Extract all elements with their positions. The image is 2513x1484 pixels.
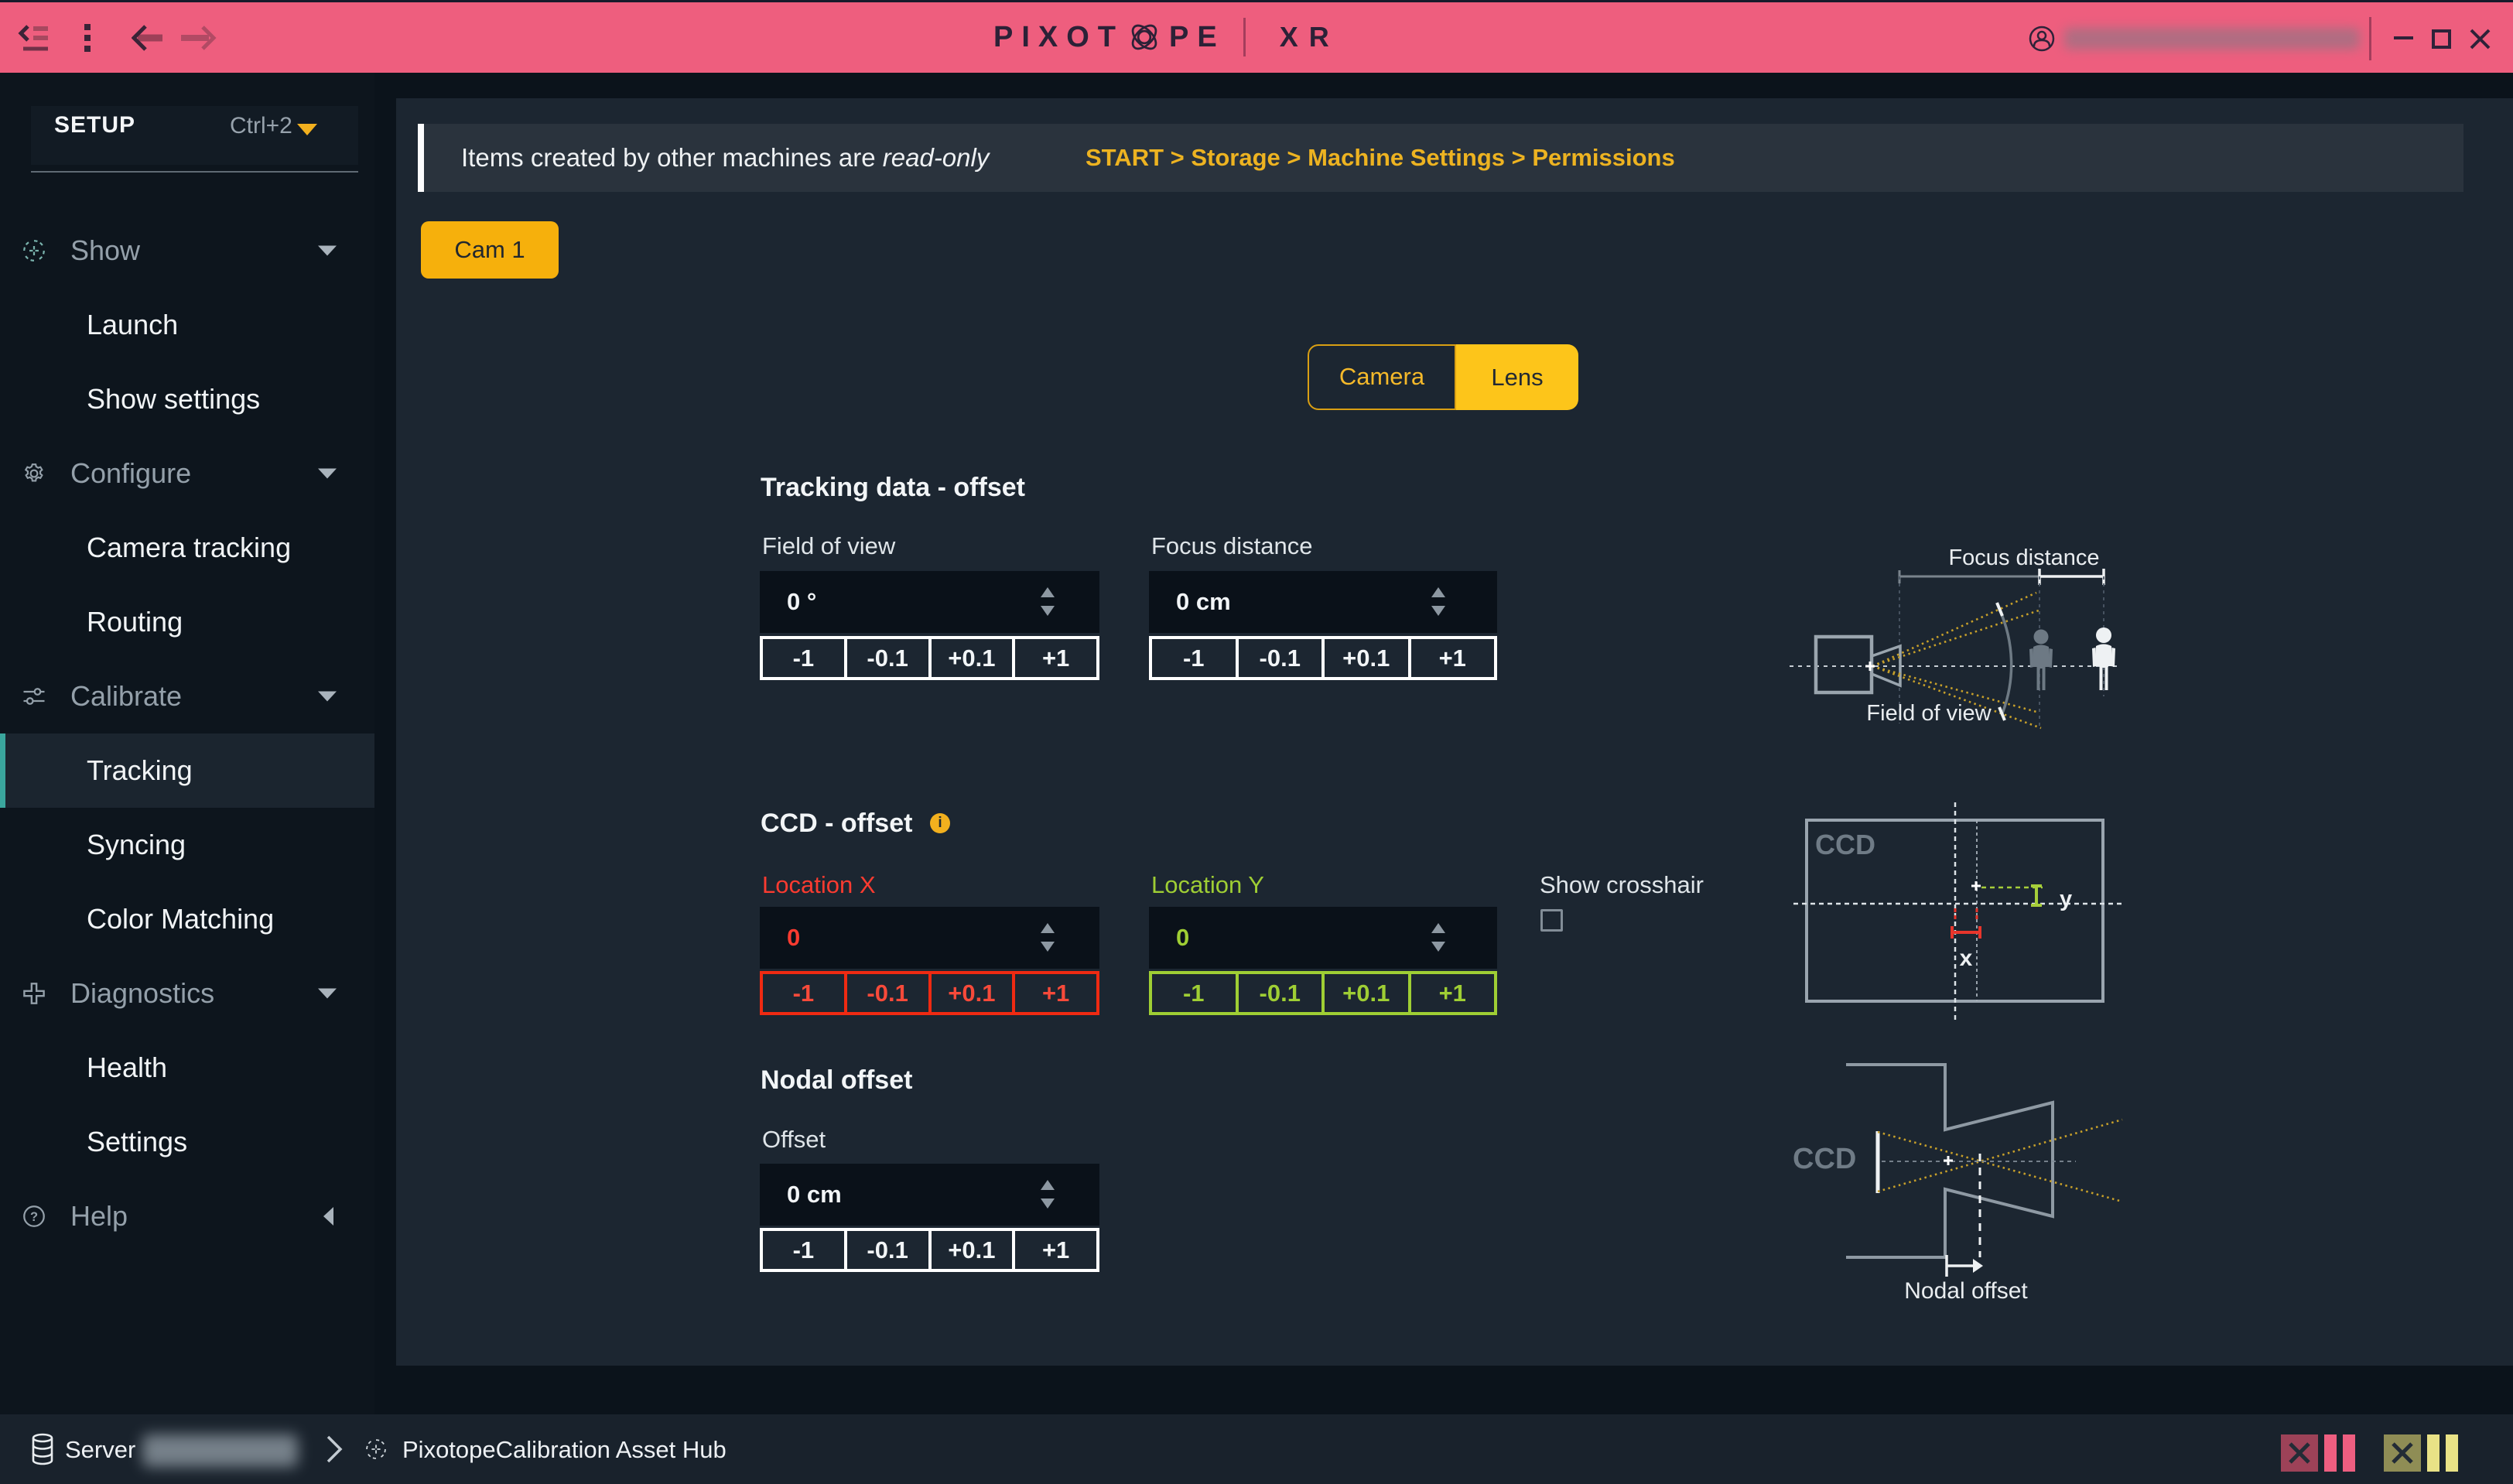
svg-text:Field of view: Field of view	[1866, 701, 1992, 726]
svg-text:CCD: CCD	[1793, 1143, 1856, 1175]
svg-text:Nodal offset: Nodal offset	[1904, 1278, 2028, 1304]
svg-text:?: ?	[30, 1210, 38, 1224]
svg-text:y: y	[2060, 887, 2072, 911]
svg-text:x: x	[1960, 945, 1973, 971]
svg-text:Focus distance: Focus distance	[1948, 545, 2099, 570]
svg-text:CCD: CCD	[1815, 829, 1875, 860]
